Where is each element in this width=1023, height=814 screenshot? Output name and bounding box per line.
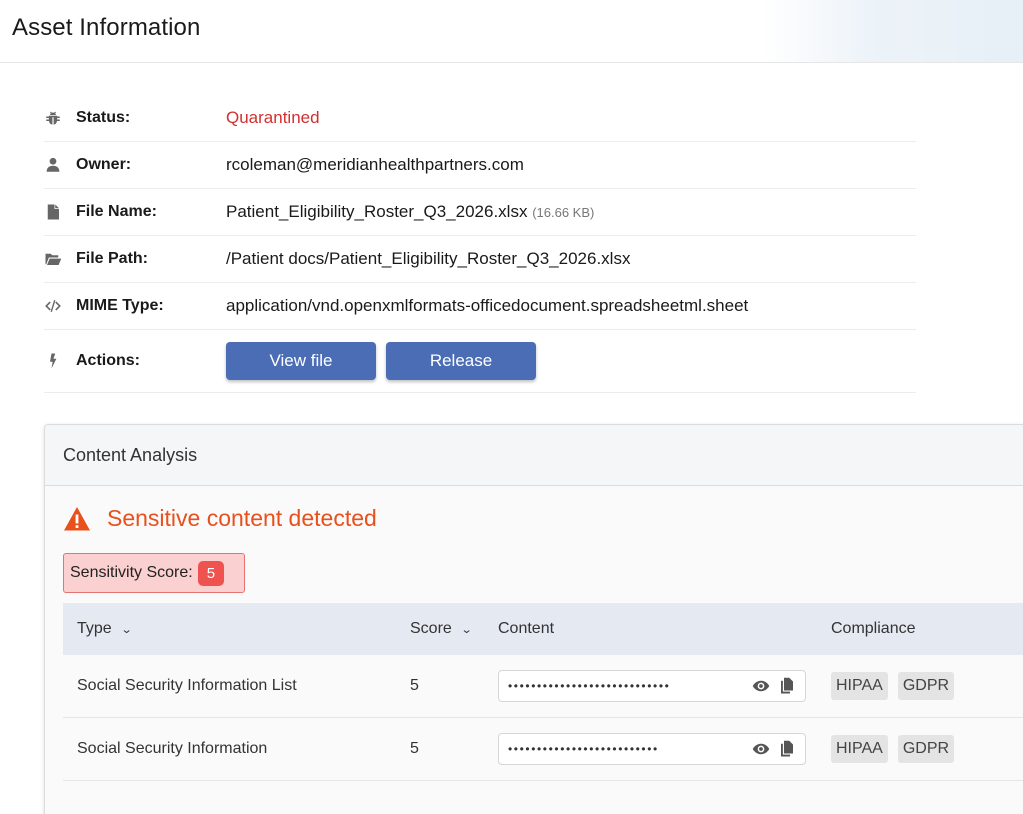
row-score: 5 (410, 740, 419, 757)
actions-label: Actions: (76, 352, 140, 369)
file-path-label: File Path: (76, 250, 149, 267)
copy-icon[interactable] (778, 740, 796, 758)
page-title: Asset Information (12, 14, 201, 41)
user-icon (44, 156, 76, 174)
gdpr-tag: GDPR (897, 735, 955, 763)
asset-info-list: Status: Quarantined Owner: rcoleman@meri… (44, 95, 916, 393)
eye-icon[interactable] (752, 677, 770, 695)
view-file-button[interactable]: View file (226, 342, 376, 380)
file-name-text: Patient_Eligibility_Roster_Q3_2026.xlsx (226, 202, 528, 221)
sensitivity-score: Sensitivity Score: 5 (63, 553, 246, 593)
file-path-row: File Path: /Patient docs/Patient_Eligibi… (44, 236, 916, 283)
bolt-icon (44, 352, 76, 370)
content-analysis-panel: Content Analysis Sensitive content detec… (44, 424, 1023, 814)
file-icon (44, 203, 76, 221)
row-type: Social Security Information List (77, 677, 297, 694)
warning-icon (64, 506, 90, 530)
bug-icon (44, 109, 76, 127)
actions-row: Actions: View file Release (44, 330, 916, 393)
row-content: •••••••••••••••••••••••••••• (498, 655, 806, 717)
code-icon (44, 297, 76, 315)
release-button[interactable]: Release (386, 342, 536, 380)
mime-type-row: MIME Type: application/vnd.openxmlformat… (44, 283, 916, 330)
col-type[interactable]: Type ⌄ (77, 620, 133, 638)
file-path-value: /Patient docs/Patient_Eligibility_Roster… (226, 249, 631, 268)
status-row: Status: Quarantined (44, 95, 916, 142)
folder-open-icon (44, 250, 76, 268)
masked-value: •••••••••••••••••••••••••• (508, 742, 659, 756)
mime-type-label: MIME Type: (76, 297, 164, 314)
masked-content-field: •••••••••••••••••••••••••• (498, 733, 806, 765)
header-decoration (763, 0, 1023, 62)
mime-type-value: application/vnd.openxmlformats-officedoc… (226, 296, 749, 315)
col-score-label: Score (410, 620, 452, 637)
chevron-down-icon: ⌄ (120, 623, 133, 636)
row-type: Social Security Information (77, 740, 268, 757)
hipaa-tag: HIPAA (831, 735, 888, 763)
page-header: Asset Information (0, 0, 1023, 63)
alert-text: Sensitive content detected (107, 505, 377, 531)
sensitive-alert: Sensitive content detected (63, 505, 377, 532)
row-compliance: HIPAA GDPR (831, 718, 964, 780)
col-content: Content (498, 620, 554, 638)
table-header: Type ⌄ Score ⌄ Content Compliance (63, 603, 1023, 655)
table-row: Social Security Information List 5 •••••… (63, 655, 1023, 718)
col-type-label: Type (77, 620, 112, 637)
row-content: •••••••••••••••••••••••••• (498, 718, 806, 780)
owner-row: Owner: rcoleman@meridianhealthpartners.c… (44, 142, 916, 189)
table-row: Social Security Information 5 ••••••••••… (63, 718, 1023, 781)
col-score[interactable]: Score ⌄ (410, 620, 473, 638)
file-name-value: Patient_Eligibility_Roster_Q3_2026.xlsx … (226, 202, 594, 222)
findings-table: Type ⌄ Score ⌄ Content Compliance Social… (63, 603, 1023, 781)
status-label: Status: (76, 109, 131, 126)
status-value: Quarantined (226, 108, 320, 127)
col-compliance-label: Compliance (831, 620, 916, 637)
panel-title: Content Analysis (45, 425, 1023, 486)
owner-value: rcoleman@meridianhealthpartners.com (226, 155, 524, 174)
masked-value: •••••••••••••••••••••••••••• (508, 679, 671, 693)
file-name-label: File Name: (76, 203, 157, 220)
chevron-down-icon: ⌄ (460, 623, 473, 636)
copy-icon[interactable] (778, 677, 796, 695)
score-badge: 5 (197, 560, 225, 586)
owner-label: Owner: (76, 156, 132, 173)
file-name-row: File Name: Patient_Eligibility_Roster_Q3… (44, 189, 916, 236)
score-label: Sensitivity Score: (70, 564, 193, 581)
action-buttons: View file Release (226, 342, 546, 380)
gdpr-tag: GDPR (897, 672, 955, 700)
row-score: 5 (410, 677, 419, 694)
file-size: (16.66 KB) (532, 205, 595, 220)
masked-content-field: •••••••••••••••••••••••••••• (498, 670, 806, 702)
row-compliance: HIPAA GDPR (831, 655, 964, 717)
col-compliance: Compliance (831, 620, 915, 638)
hipaa-tag: HIPAA (831, 672, 888, 700)
col-content-label: Content (498, 620, 555, 637)
eye-icon[interactable] (752, 740, 770, 758)
